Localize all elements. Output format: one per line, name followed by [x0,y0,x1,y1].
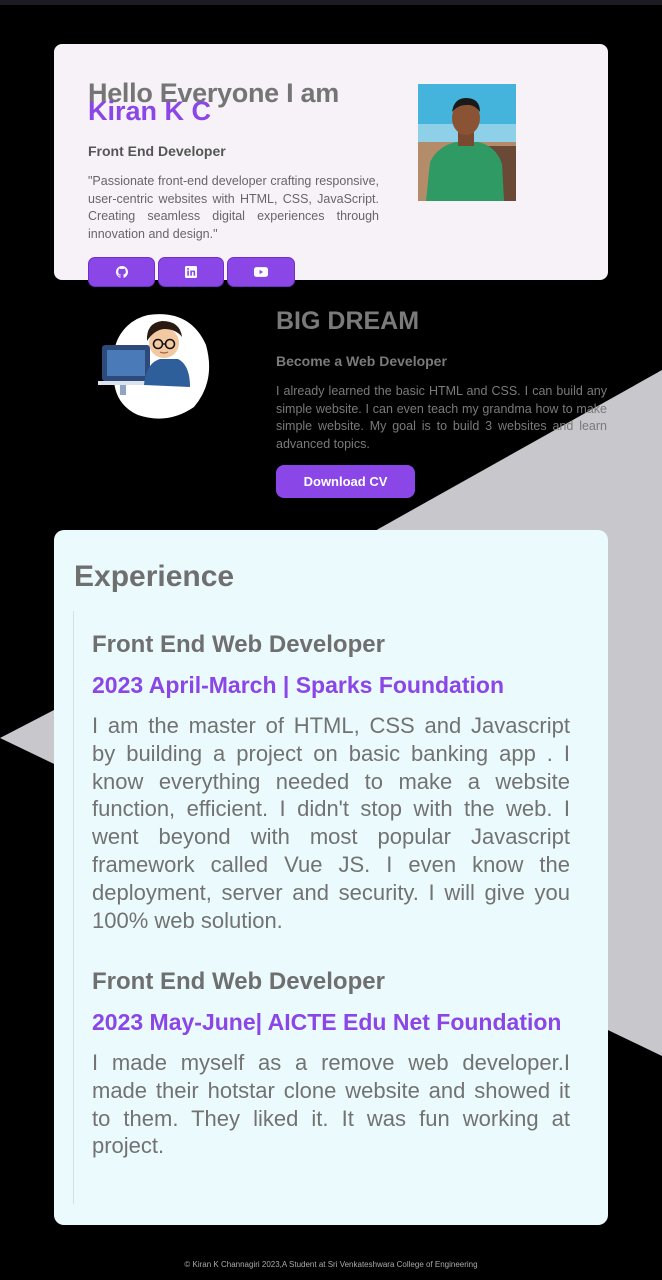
job-title: Front End Web Developer [92,631,385,658]
experience-heading: Experience [74,560,235,593]
experience-item: Front End Web Developer 2023 April-March… [92,630,570,934]
job-period: 2023 April-March | Sparks Foundation [92,672,505,698]
job-title: Front End Web Developer [92,968,385,995]
experience-item: Front End Web Developer 2023 May-June| A… [92,967,570,1160]
developer-illustration [98,311,212,421]
profile-photo [418,84,516,201]
hero-role: Front End Developer [88,143,226,159]
github-button[interactable] [88,257,155,287]
youtube-button[interactable] [227,257,295,287]
download-cv-button[interactable]: Download CV [276,465,415,498]
linkedin-icon [185,266,197,278]
dream-description: I already learned the basic HTML and CSS… [276,384,607,451]
dream-subtitle: Become a Web Developer [276,353,447,369]
timeline-rail [73,611,74,1204]
job-description: I made myself as a remove web developer.… [92,1050,570,1159]
job-period: 2023 May-June| AICTE Edu Net Foundation [92,1009,562,1035]
hero-quote: "Passionate front-end developer crafting… [88,174,379,241]
footer-text: © Kiran K Channagiri 2023,A Student at S… [184,1260,478,1269]
github-icon [115,266,128,278]
linkedin-button[interactable] [158,257,224,287]
dream-title: BIG DREAM [276,307,420,335]
youtube-icon [254,267,268,277]
job-description: I am the master of HTML, CSS and Javascr… [92,713,570,933]
hero-name: Kiran K C [88,96,212,126]
